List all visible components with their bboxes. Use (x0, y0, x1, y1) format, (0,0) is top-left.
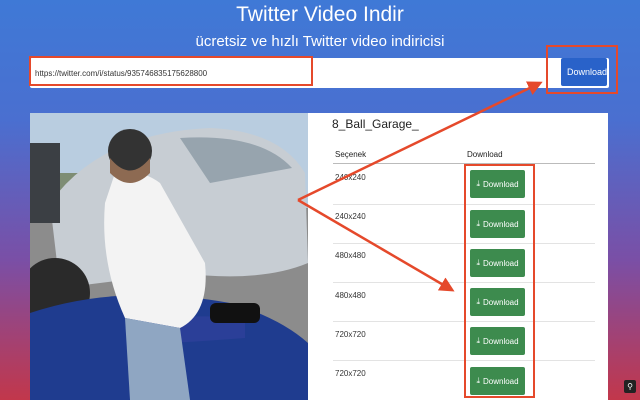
extension-icon[interactable]: ⚲ (624, 380, 636, 393)
column-header-option: Seçenek (335, 150, 367, 159)
resolution-label: 240x240 (335, 212, 366, 221)
resolution-label: 720x720 (335, 330, 366, 339)
resolution-label: 240x240 (335, 173, 366, 182)
page-subtitle: ücretsiz ve hızlı Twitter video indirici… (195, 33, 445, 50)
download-button-highlight-box (546, 45, 618, 94)
video-thumbnail (30, 113, 308, 400)
url-highlight-box (29, 56, 313, 86)
download-list-highlight-box (464, 164, 535, 398)
video-title: 8_Ball_Garage_ (332, 117, 419, 131)
resolution-label: 480x480 (335, 251, 366, 260)
resolution-label: 720x720 (335, 369, 366, 378)
resolution-label: 480x480 (335, 291, 366, 300)
column-header-download: Download (467, 150, 503, 159)
page-title: Twitter Video Indir (236, 3, 404, 26)
